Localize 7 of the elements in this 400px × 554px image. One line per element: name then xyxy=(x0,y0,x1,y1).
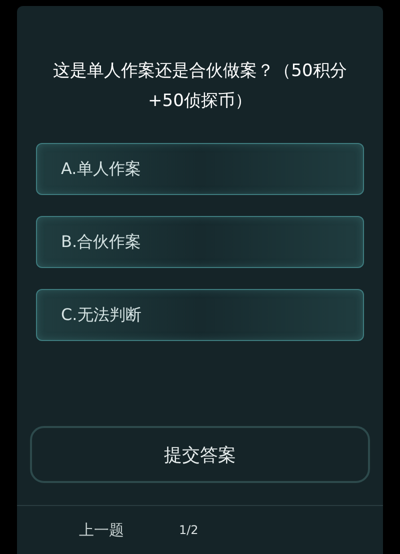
previous-link[interactable]: 上一题 xyxy=(79,520,124,540)
submit-button[interactable]: 提交答案 xyxy=(30,426,370,484)
answer-option[interactable]: C.无法判断 xyxy=(36,289,364,341)
answer-option[interactable]: B.合伙作案 xyxy=(36,216,364,268)
answer-option[interactable]: A.单人作案 xyxy=(36,143,364,195)
page-indicator: 1/2 xyxy=(179,523,198,538)
question-text: 这是单人作案还是合伙做案？（50积分+50侦探币） xyxy=(52,60,348,113)
